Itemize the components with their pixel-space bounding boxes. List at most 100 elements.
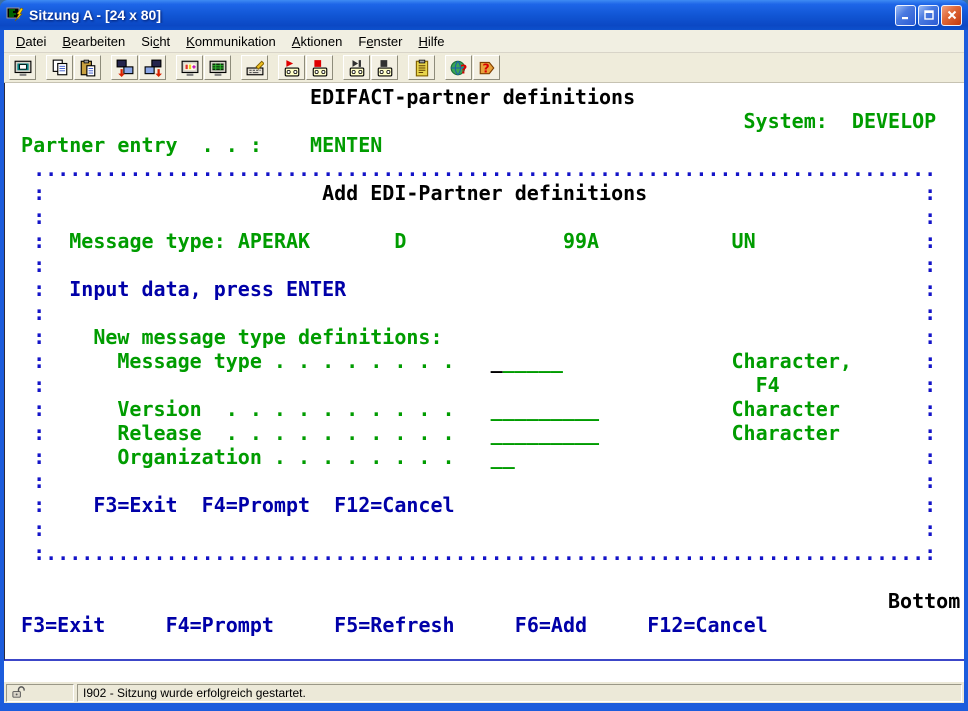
terminal-text: Message type . . . . . . . . <box>117 349 454 373</box>
terminal-text: : <box>33 373 45 397</box>
terminal-text: DEVELOP <box>852 109 936 133</box>
close-button[interactable] <box>941 5 962 26</box>
toolbar-macro-play-button[interactable] <box>343 55 370 80</box>
terminal-row: : : <box>9 517 964 541</box>
status-message: I902 - Sitzung wurde erfolgreich gestart… <box>77 684 962 702</box>
terminal-row: ........................................… <box>9 157 964 181</box>
terminal-text: : <box>924 229 936 253</box>
terminal-row: : Release . . . . . . . . . . _________ … <box>9 421 964 445</box>
menu-item-bearbeiten[interactable]: Bearbeiten <box>54 31 133 52</box>
terminal-screen[interactable]: EDIFACT-partner definitions System: DEVE… <box>4 83 964 661</box>
display-setup-icon <box>181 59 199 77</box>
toolbar-display-grid-button[interactable] <box>204 55 231 80</box>
terminal-text: : <box>924 397 936 421</box>
terminal-text: F6=Add <box>515 613 587 637</box>
terminal-text: : <box>924 469 936 493</box>
terminal-text: : <box>33 493 45 517</box>
toolbar-macro-stop-button[interactable] <box>371 55 398 80</box>
terminal-text: Bottom <box>888 589 960 613</box>
terminal-text: : <box>924 277 936 301</box>
terminal-input-field[interactable]: _________ <box>491 421 599 445</box>
window-title: Sitzung A - [24 x 80] <box>29 7 895 23</box>
macro-stop-icon <box>376 59 394 77</box>
clipboard-pad-icon <box>413 59 431 77</box>
client-gap <box>4 661 964 682</box>
menu-item-aktionen[interactable]: Aktionen <box>284 31 351 52</box>
terminal-row: System: DEVELOP <box>9 109 964 133</box>
toolbar-macro-record-stop-button[interactable] <box>306 55 333 80</box>
terminal-text: : <box>924 421 936 445</box>
terminal-row: :.......................................… <box>9 541 964 565</box>
terminal-text: Partner entry . . : MENTEN <box>21 133 382 157</box>
terminal-text: Release . . . . . . . . . . <box>117 421 454 445</box>
toolbar-macro-record-button[interactable] <box>278 55 305 80</box>
terminal-row: : : <box>9 301 964 325</box>
terminal-row: : Add EDI-Partner definitions : <box>9 181 964 205</box>
terminal-row: : New message type definitions: : <box>9 325 964 349</box>
toolbar <box>4 53 964 83</box>
terminal-row: Partner entry . . : MENTEN <box>9 133 964 157</box>
terminal-row: : : <box>9 469 964 493</box>
terminal-text: : <box>33 421 45 445</box>
terminal-text: ........................................… <box>33 157 936 181</box>
app-window: Sitzung A - [24 x 80] DateiBearbeitenSic… <box>0 0 968 711</box>
terminal-cursor[interactable]: _ <box>491 349 503 373</box>
menu-item-hilfe[interactable]: Hilfe <box>410 31 452 52</box>
terminal-row: : Message type . . . . . . . . ______ Ch… <box>9 349 964 373</box>
terminal-text: Add EDI-Partner definitions <box>322 181 647 205</box>
terminal-text: : <box>924 493 936 517</box>
terminal-text: : <box>924 325 936 349</box>
terminal-row: : Message type: APERAK D 99A UN : <box>9 229 964 253</box>
paste-icon <box>79 59 97 77</box>
terminal-row: : F3=Exit F4=Prompt F12=Cancel : <box>9 493 964 517</box>
toolbar-send-file-button[interactable] <box>111 55 138 80</box>
toolbar-clipboard-pad-button[interactable] <box>408 55 435 80</box>
menu-item-kommunikation[interactable]: Kommunikation <box>178 31 284 52</box>
minimize-button[interactable] <box>895 5 916 26</box>
titlebar[interactable]: Sitzung A - [24 x 80] <box>0 0 968 30</box>
terminal-text: F4 <box>756 373 780 397</box>
minimize-icon <box>900 9 912 21</box>
macro-play-icon <box>348 59 366 77</box>
menu-item-datei[interactable]: Datei <box>8 31 54 52</box>
macro-record-stop-icon <box>311 59 329 77</box>
toolbar-help-index-button[interactable] <box>473 55 500 80</box>
terminal-text: : <box>924 349 936 373</box>
terminal-text: : <box>924 205 936 229</box>
toolbar-web-help-button[interactable] <box>445 55 472 80</box>
terminal-text: : <box>924 301 936 325</box>
terminal-row: EDIFACT-partner definitions <box>9 85 964 109</box>
terminal-text: F4=Prompt <box>166 613 274 637</box>
terminal-text: : <box>33 229 45 253</box>
terminal-row <box>9 565 964 589</box>
terminal-text: F5=Refresh <box>334 613 454 637</box>
terminal-text: : <box>33 445 45 469</box>
terminal-text: : <box>33 517 45 541</box>
terminal-text: : <box>924 373 936 397</box>
terminal-text: New message type definitions: <box>93 325 442 349</box>
toolbar-copy-button[interactable] <box>46 55 73 80</box>
toolbar-session-screen-button[interactable] <box>9 55 36 80</box>
terminal-input-field[interactable]: __ <box>491 445 515 469</box>
terminal-input-field[interactable]: _________ <box>491 397 599 421</box>
terminal-text: : <box>33 181 45 205</box>
toolbar-keyboard-remap-button[interactable] <box>241 55 268 80</box>
toolbar-display-setup-button[interactable] <box>176 55 203 80</box>
menu-item-fenster[interactable]: Fenster <box>350 31 410 52</box>
terminal-input-field[interactable]: _____ <box>503 349 563 373</box>
terminal-text: Message type: <box>69 229 226 253</box>
terminal-text: Character <box>732 397 840 421</box>
terminal-row: : Input data, press ENTER : <box>9 277 964 301</box>
terminal-row: : F4 : <box>9 373 964 397</box>
terminal-row <box>9 637 964 661</box>
terminal-text: UN <box>732 229 756 253</box>
copy-icon <box>51 59 69 77</box>
window-controls <box>895 5 962 26</box>
terminal-text: D <box>394 229 406 253</box>
terminal-text: : <box>33 469 45 493</box>
menu-item-sicht[interactable]: Sicht <box>133 31 178 52</box>
terminal-row: : : <box>9 205 964 229</box>
maximize-button[interactable] <box>918 5 939 26</box>
toolbar-paste-button[interactable] <box>74 55 101 80</box>
toolbar-receive-file-button[interactable] <box>139 55 166 80</box>
